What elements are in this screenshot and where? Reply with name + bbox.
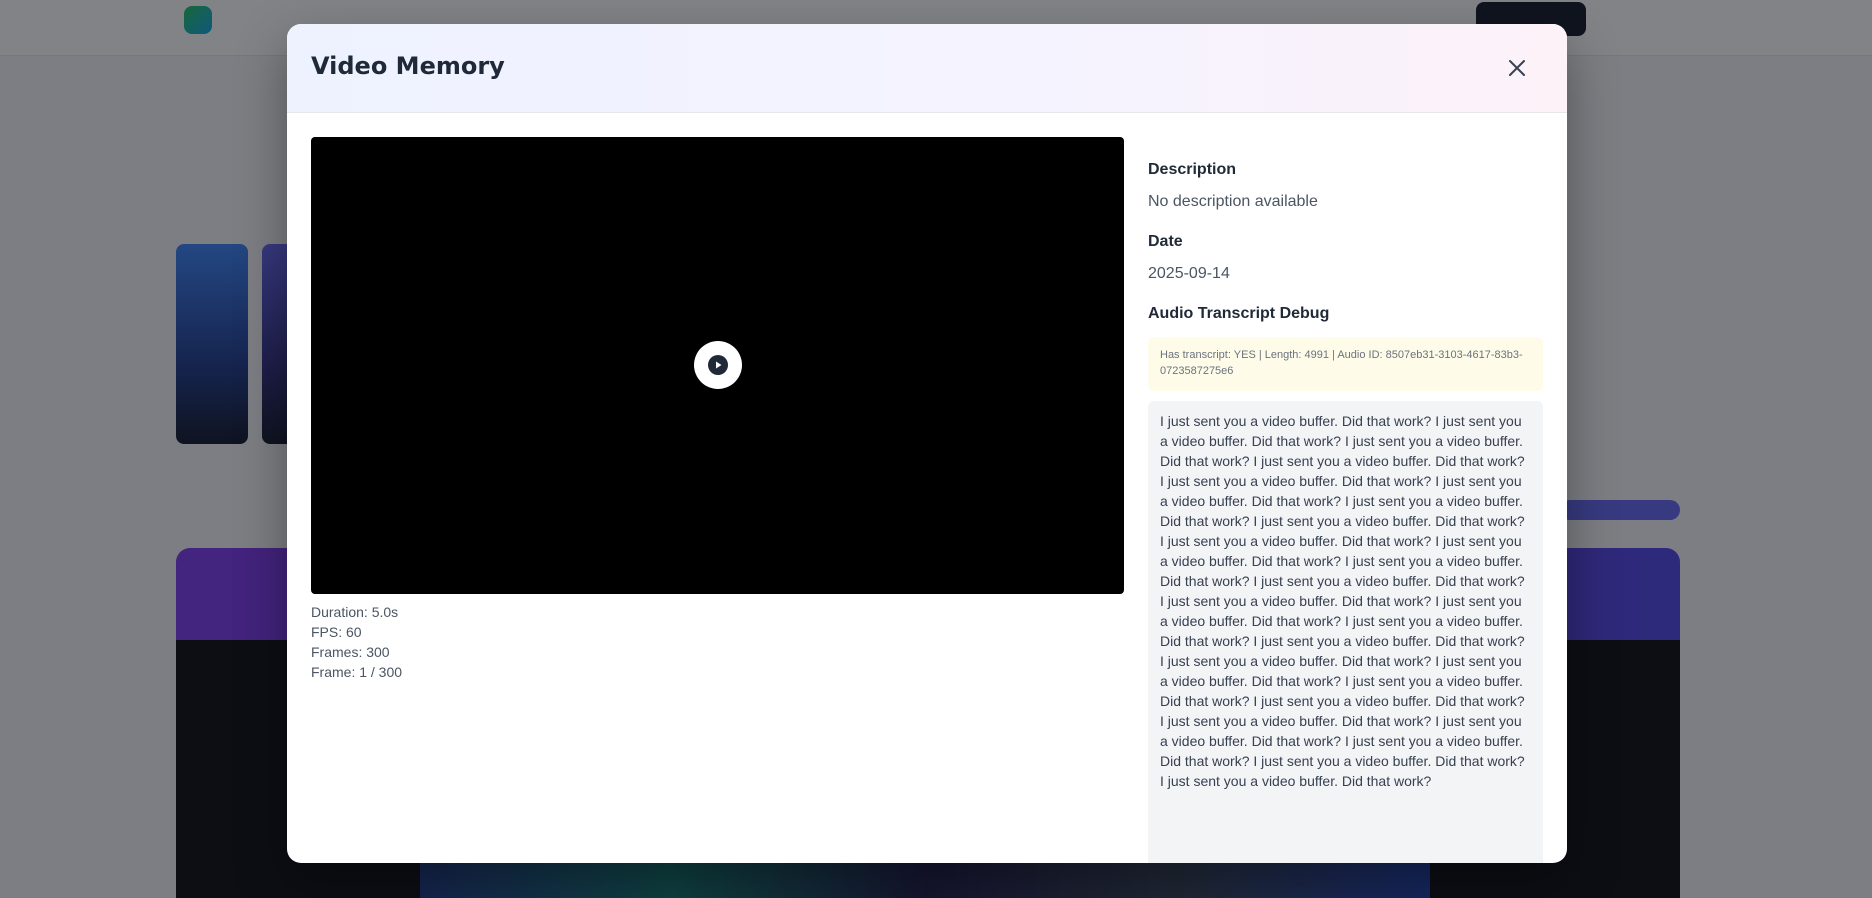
modal-title: Video Memory [311, 52, 505, 80]
video-metadata: Duration: 5.0s FPS: 60 Frames: 300 Frame… [311, 602, 402, 682]
transcript-debug-info: Has transcript: YES | Length: 4991 | Aud… [1148, 337, 1543, 391]
description-value: No description available [1148, 193, 1318, 210]
video-fps: FPS: 60 [311, 624, 362, 640]
close-icon [1509, 60, 1525, 76]
video-player[interactable] [311, 137, 1124, 594]
play-button[interactable] [694, 341, 742, 389]
date-label: Date [1148, 233, 1183, 250]
audio-transcript-text[interactable]: I just sent you a video buffer. Did that… [1148, 401, 1543, 863]
description-label: Description [1148, 161, 1237, 178]
play-icon [708, 355, 728, 375]
video-current-frame: Frame: 1 / 300 [311, 664, 403, 680]
video-duration: Duration: 5.0s [311, 604, 399, 620]
date-value: 2025-09-14 [1148, 265, 1230, 282]
close-button[interactable] [1503, 54, 1531, 82]
modal-header: Video Memory [287, 24, 1567, 113]
video-frames: Frames: 300 [311, 644, 390, 660]
audio-transcript-debug-label: Audio Transcript Debug [1148, 305, 1330, 322]
video-memory-modal: Video Memory Duration: 5.0s FPS: 60 Fram… [287, 24, 1567, 863]
